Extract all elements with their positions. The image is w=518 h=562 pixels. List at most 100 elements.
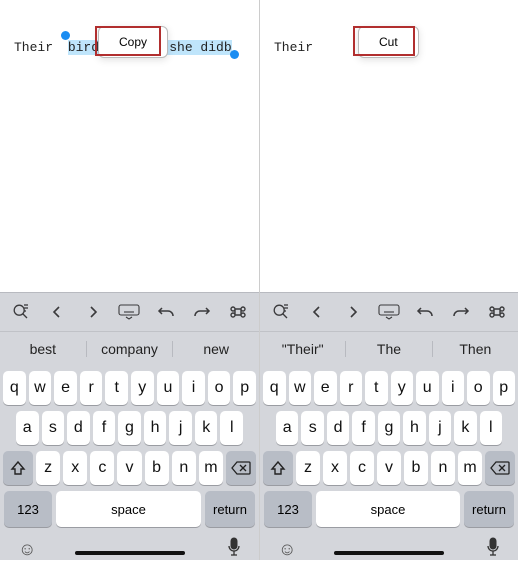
key-d[interactable]: d bbox=[327, 411, 349, 445]
key-a[interactable]: a bbox=[16, 411, 39, 445]
key-g[interactable]: g bbox=[378, 411, 400, 445]
backspace-key[interactable] bbox=[485, 451, 515, 485]
keyboard-icon[interactable] bbox=[378, 301, 400, 323]
key-x[interactable]: x bbox=[63, 451, 87, 485]
screenshot-left: Their bird bhi ohi she didb Copy best co… bbox=[0, 0, 259, 560]
key-g[interactable]: g bbox=[118, 411, 141, 445]
undo-icon[interactable] bbox=[155, 301, 177, 323]
key-l[interactable]: l bbox=[480, 411, 502, 445]
suggestion-1[interactable]: best bbox=[0, 341, 86, 357]
screenshot-right: Their Cut "Their" The Then qwertyuiop as… bbox=[259, 0, 518, 560]
return-key[interactable]: return bbox=[464, 491, 514, 527]
key-b[interactable]: b bbox=[404, 451, 428, 485]
selection-handle-end[interactable] bbox=[230, 50, 239, 59]
key-e[interactable]: e bbox=[314, 371, 337, 405]
key-a[interactable]: a bbox=[276, 411, 298, 445]
key-m[interactable]: m bbox=[458, 451, 482, 485]
command-icon[interactable] bbox=[227, 301, 249, 323]
key-z[interactable]: z bbox=[36, 451, 60, 485]
chevron-right-icon[interactable] bbox=[342, 301, 364, 323]
key-n[interactable]: n bbox=[431, 451, 455, 485]
key-x[interactable]: x bbox=[323, 451, 347, 485]
key-y[interactable]: y bbox=[131, 371, 154, 405]
scan-text-icon[interactable] bbox=[10, 301, 32, 323]
chevron-left-icon[interactable] bbox=[46, 301, 68, 323]
key-t[interactable]: t bbox=[365, 371, 388, 405]
key-v[interactable]: v bbox=[377, 451, 401, 485]
key-z[interactable]: z bbox=[296, 451, 320, 485]
key-r[interactable]: r bbox=[340, 371, 363, 405]
key-n[interactable]: n bbox=[172, 451, 196, 485]
return-key[interactable]: return bbox=[205, 491, 255, 527]
key-o[interactable]: o bbox=[467, 371, 490, 405]
numbers-key[interactable]: 123 bbox=[264, 491, 312, 527]
key-q[interactable]: q bbox=[263, 371, 286, 405]
emoji-key[interactable]: ☺ bbox=[278, 539, 296, 560]
dictation-key[interactable] bbox=[227, 537, 241, 562]
home-indicator[interactable] bbox=[334, 551, 444, 555]
dictation-key[interactable] bbox=[486, 537, 500, 562]
keyboard-icon[interactable] bbox=[118, 301, 140, 323]
suggestion-row: "Their" The Then bbox=[260, 331, 518, 365]
suggestion-2[interactable]: company bbox=[86, 341, 173, 357]
key-o[interactable]: o bbox=[208, 371, 231, 405]
key-h[interactable]: h bbox=[403, 411, 425, 445]
suggestion-3[interactable]: Then bbox=[432, 341, 518, 357]
key-p[interactable]: p bbox=[233, 371, 256, 405]
undo-icon[interactable] bbox=[414, 301, 436, 323]
key-v[interactable]: v bbox=[117, 451, 141, 485]
command-icon[interactable] bbox=[486, 301, 508, 323]
chevron-right-icon[interactable] bbox=[82, 301, 104, 323]
key-m[interactable]: m bbox=[199, 451, 223, 485]
selection-handle-start[interactable] bbox=[61, 31, 70, 40]
key-r[interactable]: r bbox=[80, 371, 103, 405]
key-q[interactable]: q bbox=[3, 371, 26, 405]
space-key[interactable]: space bbox=[56, 491, 201, 527]
key-f[interactable]: f bbox=[93, 411, 116, 445]
key-d[interactable]: d bbox=[67, 411, 90, 445]
suggestion-2[interactable]: The bbox=[345, 341, 431, 357]
key-h[interactable]: h bbox=[144, 411, 167, 445]
key-i[interactable]: i bbox=[182, 371, 205, 405]
suggestion-3[interactable]: new bbox=[172, 341, 259, 357]
key-w[interactable]: w bbox=[29, 371, 52, 405]
key-t[interactable]: t bbox=[105, 371, 128, 405]
key-s[interactable]: s bbox=[42, 411, 65, 445]
key-k[interactable]: k bbox=[195, 411, 218, 445]
key-y[interactable]: y bbox=[391, 371, 414, 405]
shift-key[interactable] bbox=[263, 451, 293, 485]
context-menu-cut[interactable]: Cut bbox=[358, 26, 419, 58]
key-row-bottom: 123 space return bbox=[0, 485, 259, 527]
scan-text-icon[interactable] bbox=[270, 301, 292, 323]
popup-label: Cut bbox=[379, 35, 398, 49]
suggestion-1[interactable]: "Their" bbox=[260, 341, 345, 357]
numbers-key[interactable]: 123 bbox=[4, 491, 52, 527]
key-l[interactable]: l bbox=[220, 411, 243, 445]
key-u[interactable]: u bbox=[416, 371, 439, 405]
redo-icon[interactable] bbox=[191, 301, 213, 323]
space-key[interactable]: space bbox=[316, 491, 460, 527]
key-row-1: qwertyuiop bbox=[260, 371, 518, 405]
shift-key[interactable] bbox=[3, 451, 33, 485]
key-c[interactable]: c bbox=[90, 451, 114, 485]
suggestion-row: best company new bbox=[0, 331, 259, 365]
key-row-2: asdfghjkl bbox=[260, 411, 518, 445]
key-k[interactable]: k bbox=[454, 411, 476, 445]
key-j[interactable]: j bbox=[429, 411, 451, 445]
key-u[interactable]: u bbox=[157, 371, 180, 405]
redo-icon[interactable] bbox=[450, 301, 472, 323]
chevron-left-icon[interactable] bbox=[306, 301, 328, 323]
key-w[interactable]: w bbox=[289, 371, 312, 405]
key-s[interactable]: s bbox=[301, 411, 323, 445]
emoji-key[interactable]: ☺ bbox=[18, 539, 36, 560]
context-menu-copy[interactable]: Copy bbox=[98, 26, 168, 58]
key-b[interactable]: b bbox=[145, 451, 169, 485]
home-indicator[interactable] bbox=[75, 551, 185, 555]
key-c[interactable]: c bbox=[350, 451, 374, 485]
key-f[interactable]: f bbox=[352, 411, 374, 445]
key-p[interactable]: p bbox=[493, 371, 516, 405]
key-i[interactable]: i bbox=[442, 371, 465, 405]
key-j[interactable]: j bbox=[169, 411, 192, 445]
key-e[interactable]: e bbox=[54, 371, 77, 405]
backspace-key[interactable] bbox=[226, 451, 256, 485]
